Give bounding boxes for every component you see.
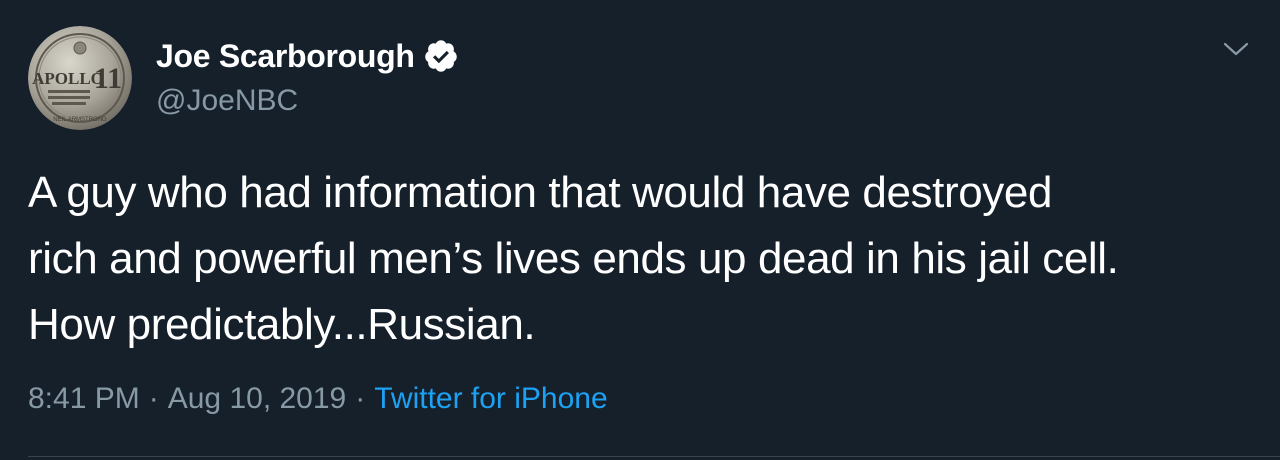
tweet-date[interactable]: Aug 10, 2019 <box>168 382 347 415</box>
divider <box>28 456 1280 457</box>
avatar[interactable]: APOLLO 11 NEIL ARMSTRONG <box>28 26 132 130</box>
tweet-text-line: rich and powerful men’s lives ends up de… <box>28 234 1119 283</box>
author-header: Joe Scarborough @JoeNBC <box>156 34 459 118</box>
avatar-coin-number-text: 11 <box>94 62 122 95</box>
verified-badge-icon <box>423 38 459 74</box>
meta-separator: · <box>148 382 159 415</box>
more-options-chevron-down-icon[interactable] <box>1222 38 1250 60</box>
author-name-row[interactable]: Joe Scarborough <box>156 34 459 78</box>
author-handle[interactable]: @JoeNBC <box>156 84 459 118</box>
tweet-card: APOLLO 11 NEIL ARMSTRONG Joe Scarborough… <box>0 0 1280 460</box>
tweet-source-link[interactable]: Twitter for iPhone <box>374 382 607 415</box>
apollo-11-coin-avatar-icon: APOLLO 11 NEIL ARMSTRONG <box>28 26 132 130</box>
tweet-time[interactable]: 8:41 PM <box>28 382 140 415</box>
tweet-text-line: How predictably...Russian. <box>28 300 536 349</box>
avatar-coin-bottom-text: NEIL ARMSTRONG <box>53 117 107 123</box>
tweet-meta: 8:41 PM · Aug 10, 2019 · Twitter for iPhone <box>28 382 608 416</box>
tweet-text-line: A guy who had information that would hav… <box>28 168 1053 217</box>
author-display-name[interactable]: Joe Scarborough <box>156 38 415 75</box>
meta-separator: · <box>355 382 366 415</box>
tweet-text: A guy who had information that would hav… <box>28 160 1258 358</box>
